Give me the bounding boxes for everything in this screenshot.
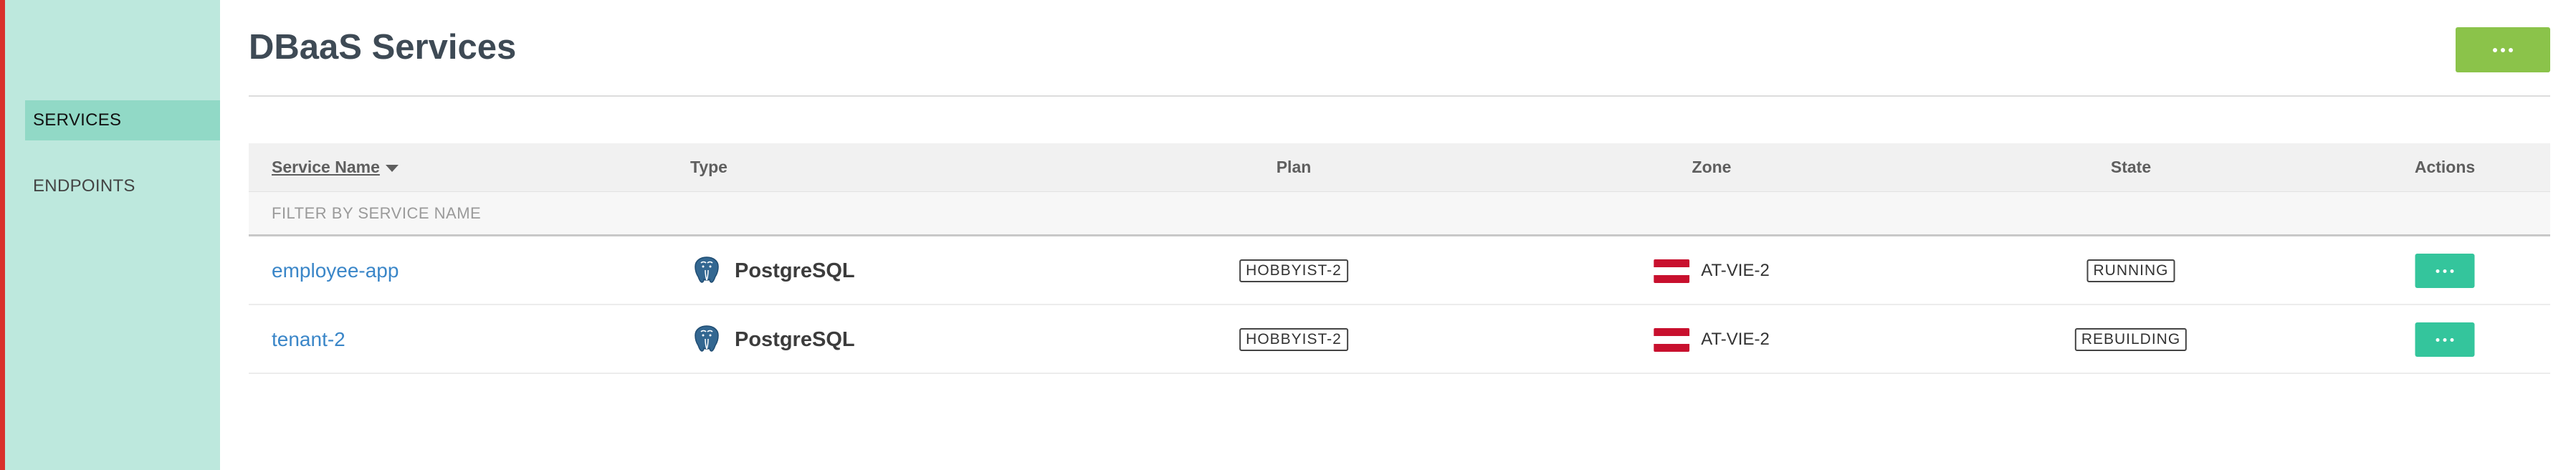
services-table: Service Name Type Plan Zone State Action… (249, 143, 2550, 374)
page-actions-menu-button[interactable] (2456, 27, 2550, 72)
sidebar-item-services[interactable]: SERVICES (25, 100, 220, 140)
row-actions-button[interactable] (2415, 322, 2475, 357)
page-title: DBaaS Services (249, 28, 517, 67)
column-header-type: Type (690, 158, 728, 176)
column-header-actions: Actions (2414, 158, 2476, 176)
austria-flag-icon (1654, 259, 1690, 283)
austria-flag-icon (1654, 327, 1690, 352)
more-dots-icon (2436, 337, 2454, 342)
zone-label: AT-VIE-2 (1701, 330, 1770, 349)
service-name-link[interactable]: tenant-2 (272, 328, 345, 351)
filter-service-name-input[interactable] (249, 192, 2550, 234)
more-dots-icon (2493, 47, 2513, 52)
zone-label: AT-VIE-2 (1701, 261, 1770, 280)
main-content: DBaaS Services Service Name Type Plan Zo… (220, 0, 2576, 470)
sidebar-item-label: SERVICES (33, 110, 122, 130)
more-dots-icon (2436, 269, 2454, 273)
state-badge: REBUILDING (2074, 328, 2188, 351)
postgresql-elephant-icon (695, 325, 719, 352)
column-header-zone: Zone (1692, 158, 1732, 176)
sort-descending-icon (385, 164, 399, 172)
sidebar: SERVICES ENDPOINTS (5, 0, 220, 470)
table-row: employee-app PostgreSQL HOBBYIST-2 AT-VI… (249, 236, 2550, 305)
service-type: PostgreSQL (735, 327, 855, 351)
header-divider (249, 95, 2550, 97)
column-header-service-name[interactable]: Service Name (272, 143, 399, 191)
table-header-row: Service Name Type Plan Zone State Action… (249, 143, 2550, 191)
filter-row (249, 191, 2550, 236)
plan-badge: HOBBYIST-2 (1239, 328, 1348, 351)
table-row: tenant-2 PostgreSQL HOBBYIST-2 AT-VIE-2 (249, 305, 2550, 374)
sidebar-item-label: ENDPOINTS (33, 176, 135, 196)
plan-badge: HOBBYIST-2 (1239, 259, 1348, 282)
left-accent-strip (0, 0, 5, 470)
service-name-link[interactable]: employee-app (272, 259, 399, 282)
service-type: PostgreSQL (735, 259, 855, 282)
sidebar-item-endpoints[interactable]: ENDPOINTS (25, 166, 220, 206)
column-header-state: State (2110, 158, 2152, 176)
column-header-plan: Plan (1276, 158, 1312, 176)
postgresql-elephant-icon (695, 256, 719, 283)
row-actions-button[interactable] (2415, 254, 2475, 288)
state-badge: RUNNING (2086, 259, 2175, 282)
